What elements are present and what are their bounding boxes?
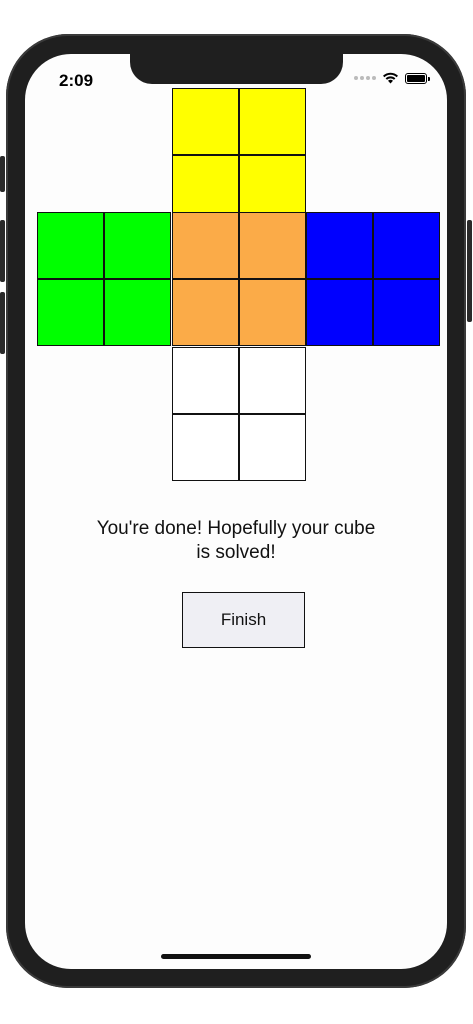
left-face-sticker <box>104 279 171 346</box>
top-face-sticker <box>239 88 306 155</box>
left-face-sticker <box>104 212 171 279</box>
front-face-sticker <box>172 212 239 279</box>
volume-up-button <box>0 220 5 282</box>
volume-down-button <box>0 292 5 354</box>
notch <box>130 54 343 84</box>
status-icons <box>354 72 430 84</box>
message-line-1: You're done! Hopefully your cube <box>96 518 376 539</box>
home-indicator[interactable] <box>161 954 311 959</box>
message-line-2: is solved! <box>196 542 276 563</box>
power-button <box>467 220 472 322</box>
right-face-sticker <box>373 212 440 279</box>
right-face-sticker <box>306 279 373 346</box>
right-face-sticker <box>373 279 440 346</box>
wifi-icon <box>383 72 398 84</box>
top-face-sticker <box>172 88 239 155</box>
right-face-sticker <box>306 212 373 279</box>
bottom-face-sticker <box>239 347 306 414</box>
front-face-sticker <box>239 279 306 346</box>
cellular-signal-icon <box>354 76 376 80</box>
status-time: 2:09 <box>59 71 94 90</box>
bottom-face-sticker <box>172 414 239 481</box>
bottom-face-sticker <box>172 347 239 414</box>
mute-switch <box>0 156 5 192</box>
battery-icon <box>405 72 430 84</box>
left-face-sticker <box>37 279 104 346</box>
left-face-sticker <box>37 212 104 279</box>
front-face-sticker <box>172 279 239 346</box>
front-face-sticker <box>239 212 306 279</box>
finish-button[interactable]: Finish <box>182 592 305 648</box>
completion-message: You're done! Hopefully your cube is solv… <box>25 517 447 565</box>
bottom-face-sticker <box>239 414 306 481</box>
screen: 2:09 You're done! Hopefully your cube is… <box>25 54 447 969</box>
